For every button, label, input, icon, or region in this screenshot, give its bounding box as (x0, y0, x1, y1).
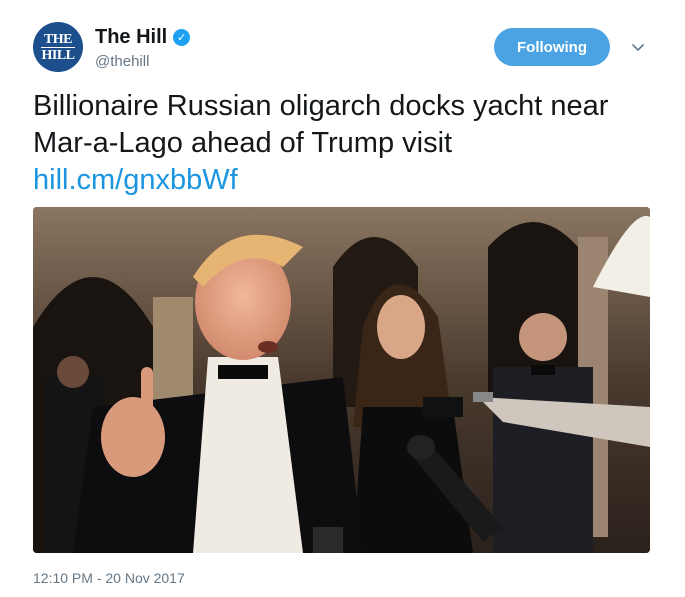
avatar[interactable]: THE HILL (33, 22, 83, 72)
tweet-timestamp[interactable]: 12:10 PM - 20 Nov 2017 (33, 570, 185, 586)
chevron-down-icon[interactable] (630, 40, 646, 56)
tweet-photo[interactable] (33, 207, 650, 553)
tweet-text: Billionaire Russian oligarch docks yacht… (33, 88, 663, 199)
display-name[interactable]: The Hill (95, 26, 167, 49)
avatar-text-top: THE (43, 31, 73, 47)
account-name-row[interactable]: The Hill ✓ (95, 26, 191, 49)
tweet-link[interactable]: hill.cm/gnxbbWf (33, 162, 663, 199)
tweet-body: Billionaire Russian oligarch docks yacht… (33, 90, 609, 159)
account-handle[interactable]: @thehill (95, 53, 149, 70)
tweet-card: THE HILL The Hill ✓ @thehill Following B… (0, 0, 685, 597)
avatar-text-bottom: HILL (41, 47, 75, 63)
verified-badge-icon: ✓ (173, 29, 191, 46)
following-button[interactable]: Following (494, 28, 610, 66)
photo-illustration (33, 207, 650, 553)
